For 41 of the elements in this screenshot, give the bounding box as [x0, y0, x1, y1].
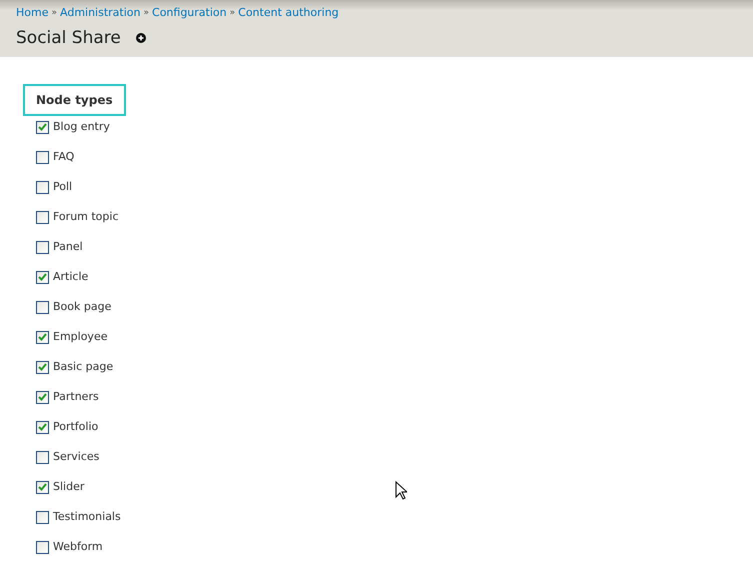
checkbox[interactable] — [36, 360, 49, 374]
checkbox[interactable] — [36, 120, 49, 134]
checkbox-label: Basic page — [53, 358, 114, 375]
checkbox[interactable] — [36, 330, 49, 344]
checkbox[interactable] — [36, 540, 49, 554]
checkbox-label: Blog entry — [53, 118, 110, 135]
page-title: Social Share — [16, 27, 121, 49]
checkbox[interactable] — [36, 180, 49, 194]
checkbox-label: FAQ — [53, 148, 74, 165]
breadcrumb-link[interactable]: Configuration — [152, 5, 227, 21]
checkbox-label: Book page — [53, 298, 112, 315]
checkbox[interactable] — [36, 480, 49, 494]
checkbox-label: Poll — [53, 178, 72, 195]
checkbox[interactable] — [36, 300, 49, 314]
checkbox-label: Forum topic — [53, 208, 119, 225]
breadcrumb-separator: » — [51, 7, 57, 20]
checkbox[interactable] — [36, 450, 49, 464]
add-shortcut-icon[interactable] — [136, 33, 146, 43]
checkbox[interactable] — [36, 210, 49, 224]
checkbox-label: Slider — [53, 478, 84, 495]
breadcrumb-link[interactable]: Content authoring — [238, 5, 339, 21]
checkbox-label: Panel — [53, 238, 83, 255]
checkbox[interactable] — [36, 270, 49, 284]
checkbox-label: Employee — [53, 328, 108, 345]
breadcrumb-link[interactable]: Administration — [60, 5, 140, 21]
checkbox-label: Webform — [53, 538, 103, 555]
checkbox[interactable] — [36, 150, 49, 164]
checkbox[interactable] — [36, 390, 49, 404]
checkbox[interactable] — [36, 240, 49, 254]
fieldset-legend: Node types — [23, 84, 126, 116]
checkbox-label: Testimonials — [53, 508, 121, 525]
checkbox[interactable] — [36, 420, 49, 434]
checkbox-label: Services — [53, 448, 100, 465]
checkbox-label: Article — [53, 268, 88, 285]
breadcrumb-link[interactable]: Home — [16, 5, 48, 21]
checkbox[interactable] — [36, 510, 49, 524]
breadcrumb-separator: » — [230, 7, 236, 20]
mouse-pointer-icon — [395, 481, 407, 500]
checkbox-label: Partners — [53, 388, 99, 405]
checkbox-label: Portfolio — [53, 418, 98, 435]
breadcrumb-separator: » — [144, 7, 150, 20]
